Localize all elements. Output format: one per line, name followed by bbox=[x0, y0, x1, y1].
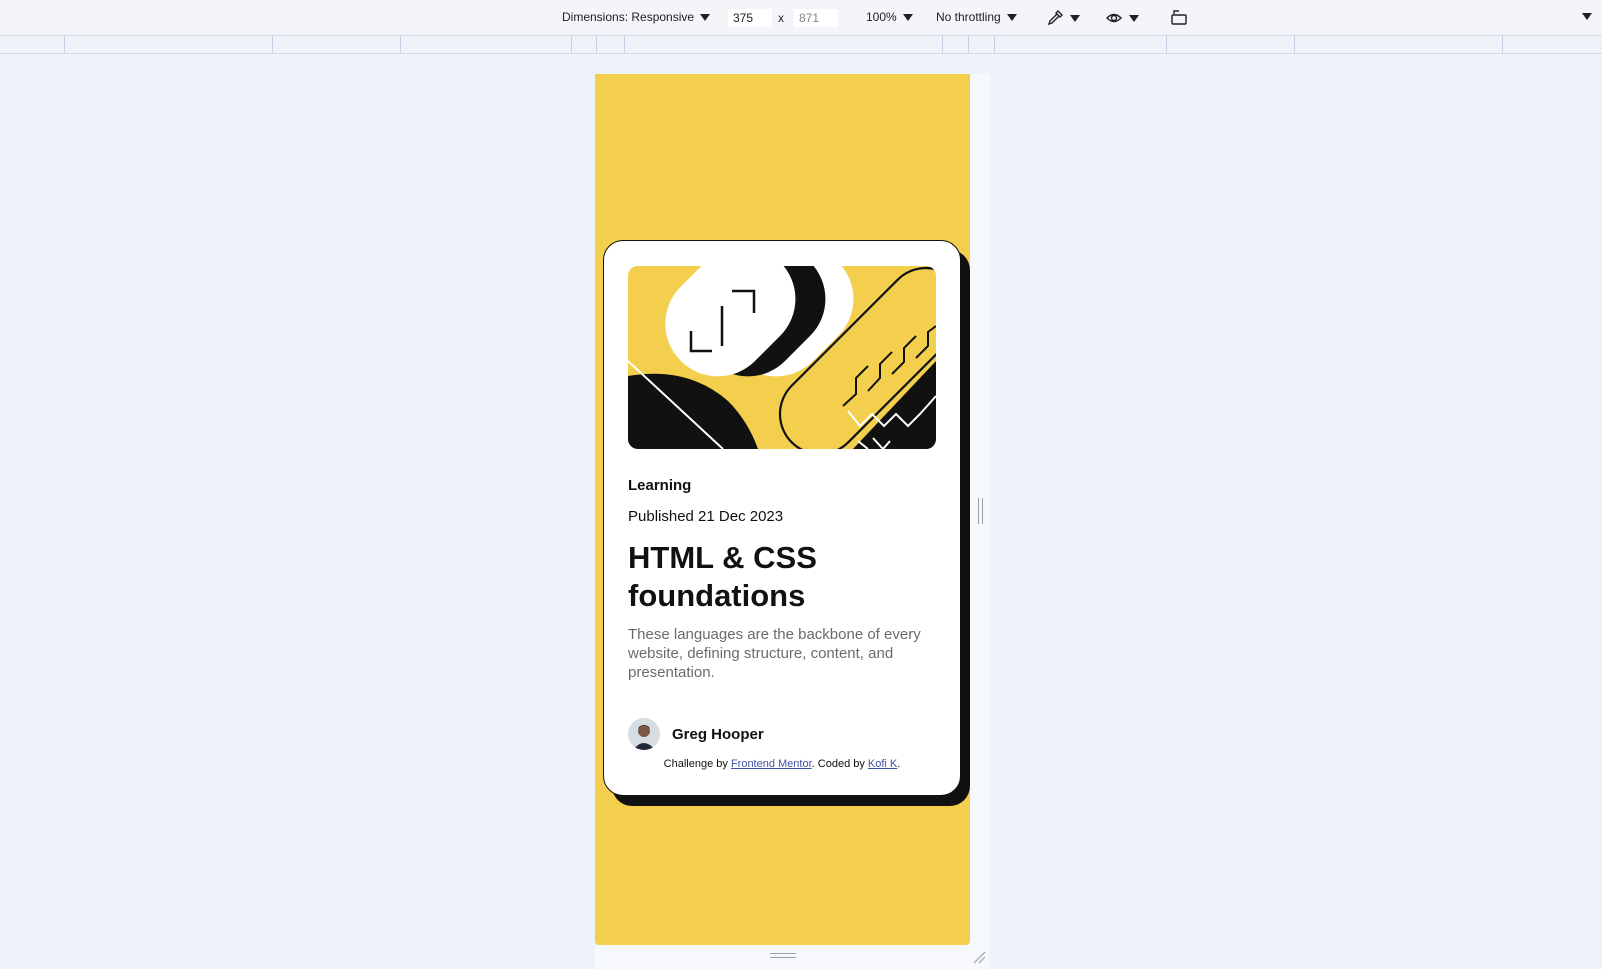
ruler-tick bbox=[624, 36, 625, 53]
card-illustration bbox=[628, 266, 936, 449]
chevron-down-icon bbox=[1006, 13, 1017, 21]
ruler-tick bbox=[272, 36, 273, 53]
ruler-tick bbox=[596, 36, 597, 53]
author-info: Greg Hooper bbox=[628, 718, 764, 750]
chevron-down-icon bbox=[1070, 14, 1080, 22]
chevron-down-icon bbox=[902, 13, 913, 21]
more-options-button[interactable] bbox=[1582, 13, 1592, 20]
frontend-mentor-link[interactable]: Frontend Mentor bbox=[731, 758, 812, 770]
chevron-down-icon bbox=[1582, 13, 1592, 20]
avatar-portrait-icon bbox=[628, 718, 660, 750]
devtools-device-toolbar: Dimensions: Responsive x 100% No throttl… bbox=[0, 0, 1602, 36]
color-picker-button[interactable] bbox=[1046, 9, 1080, 27]
attribution-suffix: . bbox=[897, 758, 901, 770]
card-description: These languages are the backbone of ever… bbox=[628, 626, 921, 681]
ruler-tick bbox=[571, 36, 572, 53]
card-title[interactable]: HTML & CSS foundations bbox=[628, 539, 938, 615]
category-label: Learning bbox=[628, 477, 692, 494]
vision-emulation-button[interactable] bbox=[1105, 9, 1139, 27]
blog-preview-card: Learning Published 21 Dec 2023 HTML & CS… bbox=[603, 240, 961, 796]
eye-icon bbox=[1106, 13, 1122, 23]
author-link[interactable]: Kofi K bbox=[868, 758, 897, 770]
attribution: Challenge by Frontend Mentor. Coded by K… bbox=[604, 758, 960, 770]
ruler-tick bbox=[968, 36, 969, 53]
media-query-ruler[interactable] bbox=[0, 36, 1602, 54]
rotate-device-icon bbox=[1171, 10, 1187, 25]
avatar bbox=[628, 718, 660, 750]
ruler-tick bbox=[994, 36, 995, 53]
resize-corner-icon[interactable] bbox=[972, 950, 986, 964]
resize-handle-right[interactable] bbox=[978, 498, 983, 524]
height-input[interactable] bbox=[794, 9, 838, 27]
zoom-dropdown[interactable]: 100% bbox=[866, 10, 913, 24]
dimensions-separator: x bbox=[778, 11, 784, 25]
author-name: Greg Hooper bbox=[672, 725, 764, 743]
attribution-middle: . Coded by bbox=[811, 758, 865, 770]
abstract-illustration bbox=[628, 266, 936, 449]
width-input[interactable] bbox=[728, 9, 772, 27]
ruler-tick bbox=[64, 36, 65, 53]
throttling-label: No throttling bbox=[936, 10, 1001, 24]
ruler-tick bbox=[942, 36, 943, 53]
resize-handle-bottom[interactable] bbox=[770, 953, 796, 958]
dimensions-dropdown[interactable]: Dimensions: Responsive bbox=[562, 10, 711, 24]
throttling-dropdown[interactable]: No throttling bbox=[936, 10, 1017, 24]
attribution-prefix: Challenge by bbox=[663, 758, 728, 770]
rotate-button[interactable] bbox=[1170, 9, 1188, 27]
published-date: Published 21 Dec 2023 bbox=[628, 508, 784, 525]
ruler-tick bbox=[1294, 36, 1295, 53]
zoom-label: 100% bbox=[866, 10, 897, 24]
chevron-down-icon bbox=[1129, 14, 1139, 22]
chevron-down-icon bbox=[700, 13, 711, 21]
eyedropper-icon bbox=[1047, 10, 1063, 26]
dimensions-label: Dimensions: Responsive bbox=[562, 10, 695, 24]
ruler-tick bbox=[1166, 36, 1167, 53]
ruler-tick bbox=[1502, 36, 1503, 53]
ruler-tick bbox=[400, 36, 401, 53]
